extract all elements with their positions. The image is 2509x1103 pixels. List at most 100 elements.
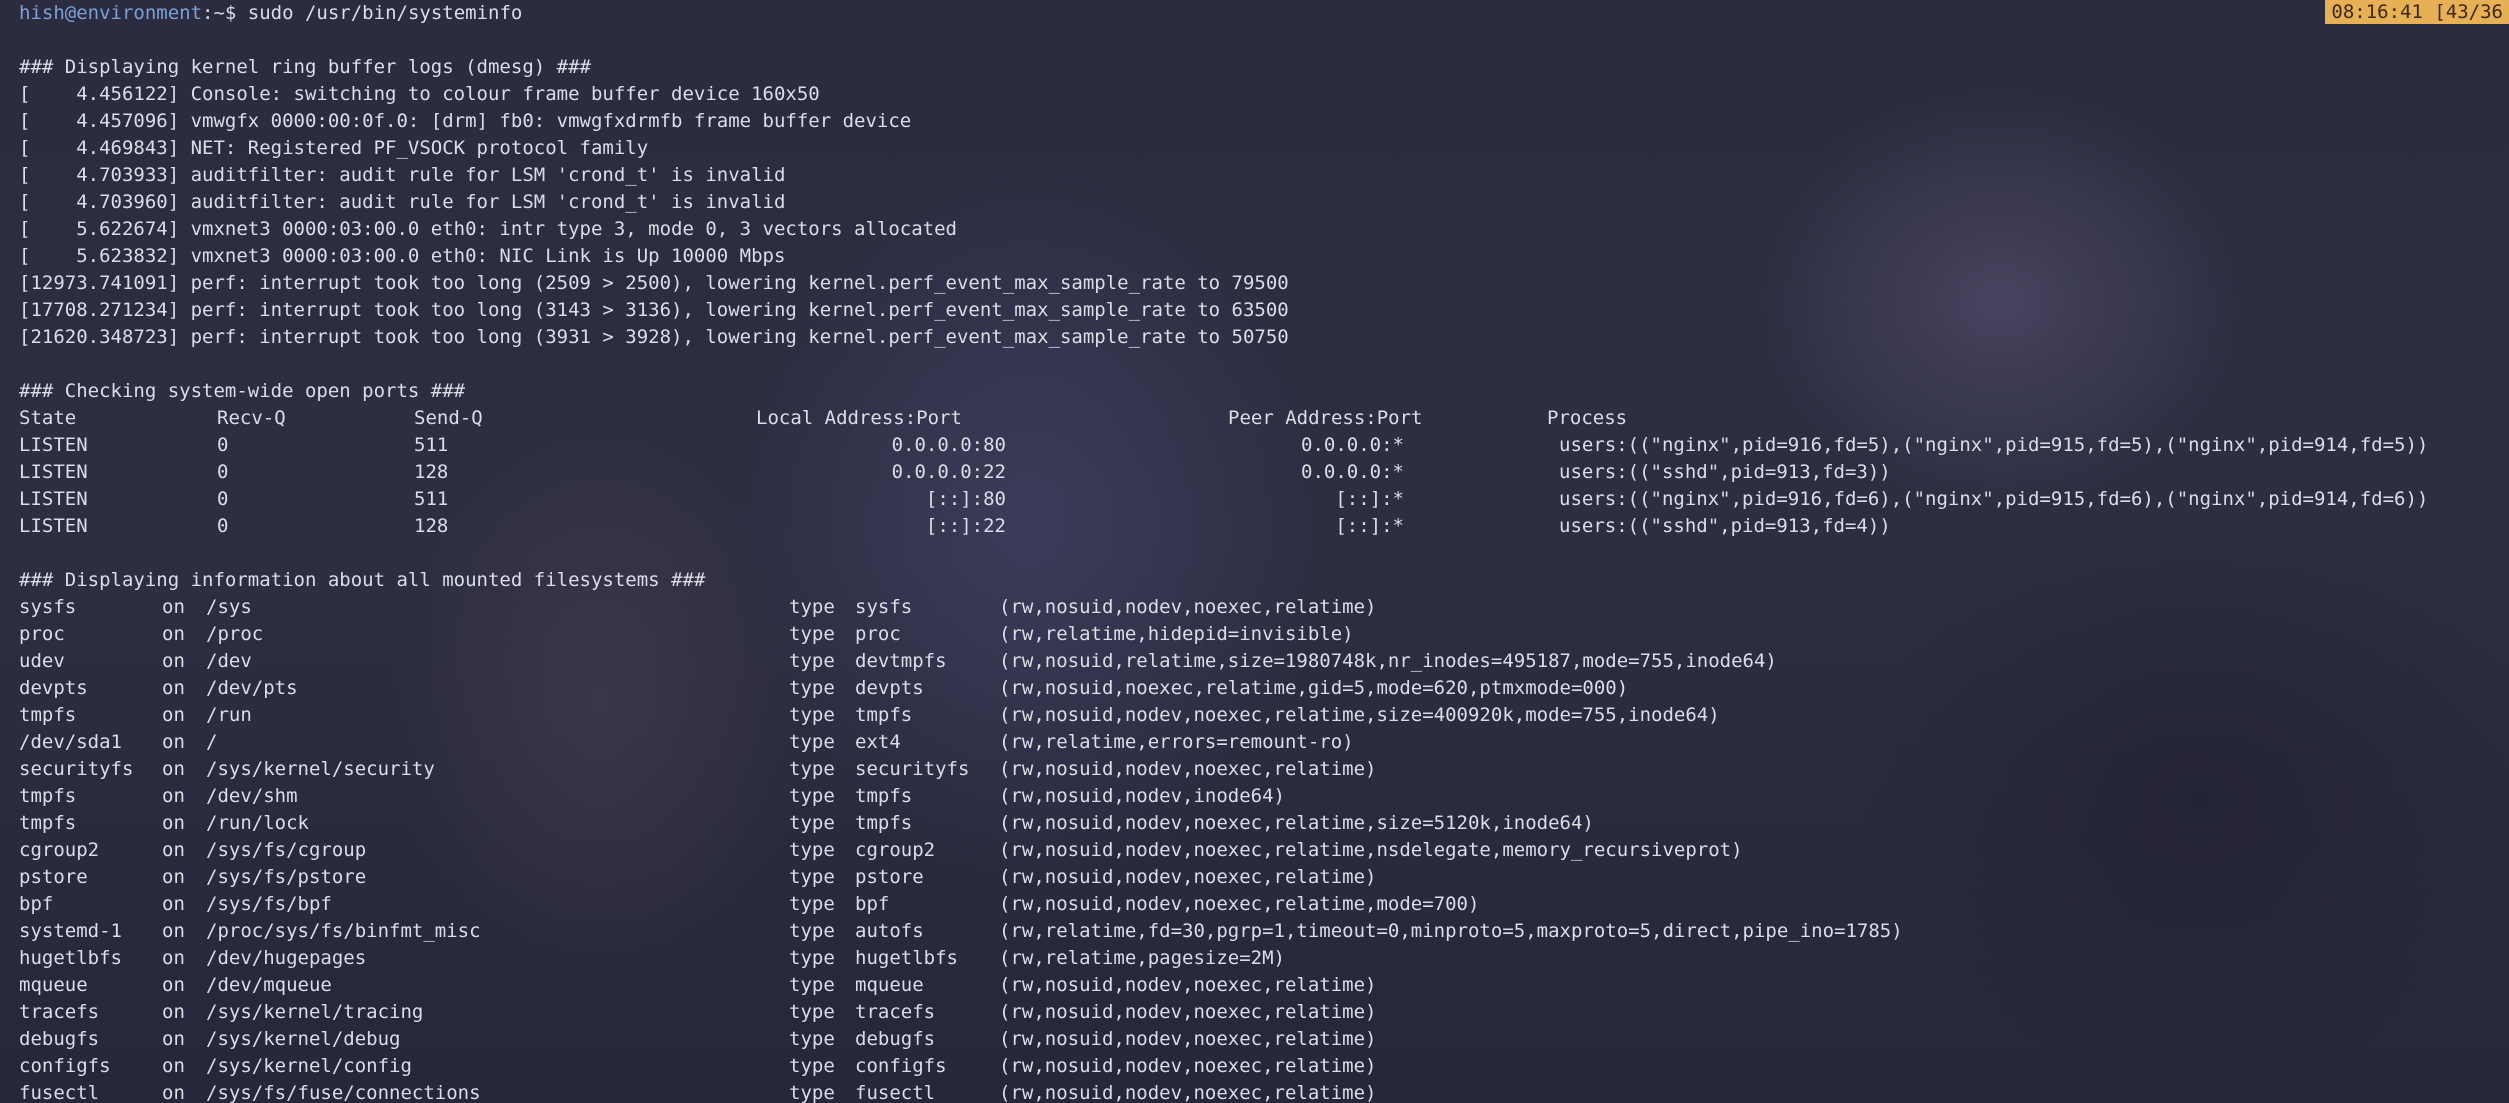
mount-options: (rw,nosuid,nodev,noexec,relatime) xyxy=(999,1028,1377,1050)
mount-path: /sys/kernel/security xyxy=(206,758,435,780)
col-sendq: Send-Q xyxy=(414,407,483,429)
port-state: LISTEN xyxy=(19,461,88,483)
col-peer-address: Peer Address:Port xyxy=(1228,407,1423,429)
mount-type-label: type xyxy=(789,866,835,888)
mount-path: /sys/fs/pstore xyxy=(206,866,367,888)
port-recvq: 0 xyxy=(217,461,229,483)
mount-on: on xyxy=(162,623,185,645)
mount-path: /run/lock xyxy=(206,812,309,834)
mount-on: on xyxy=(162,785,185,807)
mount-row: bpf on/sys/fs/bpf type bpf (rw,nosuid,nodev,… xyxy=(19,891,2509,918)
mount-type-label: type xyxy=(789,785,835,807)
mount-path: /proc xyxy=(206,623,264,645)
dmesg-line: [ 4.703933] auditfilter: audit rule for … xyxy=(19,164,786,186)
port-local-address: 0.0.0.0:22 xyxy=(891,461,1006,483)
mount-fstype: bpf xyxy=(855,893,890,915)
mount-device: securityfs xyxy=(19,758,134,780)
port-peer-address: [::]:* xyxy=(1335,515,1404,537)
mount-row: tmpfs on/run/lock type tmpfs (rw,nosuid,node… xyxy=(19,810,2509,837)
mount-row: sysfs on/sys type sysfs (rw,nosuid,nodev,noe… xyxy=(19,594,2509,621)
port-process: users:(("nginx",pid=916,fd=6),("nginx",p… xyxy=(1559,488,2429,510)
mount-on: on xyxy=(162,947,185,969)
mount-options: (rw,relatime,errors=remount-ro) xyxy=(999,731,1354,753)
mount-on: on xyxy=(162,1082,185,1103)
mount-options: (rw,nosuid,nodev,noexec,relatime) xyxy=(999,1055,1377,1077)
mount-path: /run xyxy=(206,704,252,726)
mount-device: mqueue xyxy=(19,974,88,996)
mount-row: mqueue on/dev/mqueue type mqueue (rw,nosuid,… xyxy=(19,972,2509,999)
prompt-line: hish@environment:~$ sudo /usr/bin/system… xyxy=(19,0,2509,27)
mount-device: pstore xyxy=(19,866,88,888)
port-process: users:(("sshd",pid=913,fd=4)) xyxy=(1559,515,1891,537)
prompt-command: sudo /usr/bin/systeminfo xyxy=(247,2,523,24)
mount-device: tracefs xyxy=(19,1001,100,1023)
mount-on: on xyxy=(162,1001,185,1023)
mount-row: tmpfs on/run type tmpfs (rw,nosuid,nodev,noe… xyxy=(19,702,2509,729)
mount-options: (rw,nosuid,relatime,size=1980748k,nr_ino… xyxy=(999,650,1777,672)
mount-device: /dev/sda1 xyxy=(19,731,122,753)
status-clock: 08:16:41 [43/36 xyxy=(2325,0,2509,24)
mount-fstype: autofs xyxy=(855,920,924,942)
mount-type-label: type xyxy=(789,1001,835,1023)
col-recvq: Recv-Q xyxy=(217,407,286,429)
mount-type-label: type xyxy=(789,704,835,726)
mount-row: cgroup2 on/sys/fs/cgroup type cgroup2 (rw,no… xyxy=(19,837,2509,864)
dmesg-line: [ 4.703960] auditfilter: audit rule for … xyxy=(19,191,786,213)
port-row: LISTEN 0 511 [::]:80 [::]:* users:(("nginx",p… xyxy=(19,486,2509,513)
port-sendq: 511 xyxy=(414,434,449,456)
mount-path: /sys/kernel/config xyxy=(206,1055,412,1077)
mount-type-label: type xyxy=(789,758,835,780)
dmesg-line: [ 5.622674] vmxnet3 0000:03:00.0 eth0: i… xyxy=(19,218,957,240)
mount-path: /proc/sys/fs/binfmt_misc xyxy=(206,920,481,942)
mount-type-label: type xyxy=(789,947,835,969)
mount-path: /dev/shm xyxy=(206,785,298,807)
mount-device: configfs xyxy=(19,1055,111,1077)
col-process: Process xyxy=(1547,407,1628,429)
mount-path: /sys/kernel/tracing xyxy=(206,1001,424,1023)
mount-row: securityfs on/sys/kernel/security type secu… xyxy=(19,756,2509,783)
mount-fstype: tracefs xyxy=(855,1001,936,1023)
mount-fstype: pstore xyxy=(855,866,924,888)
mount-path: /sys/fs/fuse/connections xyxy=(206,1082,481,1103)
port-state: LISTEN xyxy=(19,488,88,510)
dmesg-line: [21620.348723] perf: interrupt took too … xyxy=(19,326,1289,348)
mount-type-label: type xyxy=(789,839,835,861)
mount-on: on xyxy=(162,1055,185,1077)
mount-fstype: mqueue xyxy=(855,974,924,996)
mount-options: (rw,nosuid,nodev,noexec,relatime) xyxy=(999,1001,1377,1023)
mount-path: / xyxy=(206,731,218,753)
mount-type-label: type xyxy=(789,677,835,699)
mount-options: (rw,nosuid,nodev,noexec,relatime) xyxy=(999,596,1377,618)
mount-options: (rw,relatime,pagesize=2M) xyxy=(999,947,1285,969)
port-sendq: 511 xyxy=(414,488,449,510)
mounts-header: ### Displaying information about all mou… xyxy=(19,569,706,591)
port-peer-address: 0.0.0.0:* xyxy=(1301,461,1404,483)
mount-on: on xyxy=(162,974,185,996)
mount-row: /dev/sda1 on / type ext4 (rw,relatime,errors=… xyxy=(19,729,2509,756)
mount-row: pstore on/sys/fs/pstore type pstore (rw,nosu… xyxy=(19,864,2509,891)
mount-row: tmpfs on/dev/shm type tmpfs (rw,nosuid,nodev… xyxy=(19,783,2509,810)
mount-row: hugetlbfs on/dev/hugepages type hugetlbfs (r… xyxy=(19,945,2509,972)
mount-device: tmpfs xyxy=(19,812,77,834)
mount-fstype: devtmpfs xyxy=(855,650,947,672)
port-sendq: 128 xyxy=(414,515,449,537)
port-process: users:(("nginx",pid=916,fd=5),("nginx",p… xyxy=(1559,434,2429,456)
mount-fstype: devpts xyxy=(855,677,924,699)
terminal-window[interactable]: hish@environment:~$ sudo /usr/bin/system… xyxy=(0,0,2509,1103)
mount-options: (rw,nosuid,nodev,noexec,relatime,size=51… xyxy=(999,812,1594,834)
mount-row: configfs on/sys/kernel/config type configfs… xyxy=(19,1053,2509,1080)
mount-options: (rw,nosuid,nodev,inode64) xyxy=(999,785,1285,807)
mount-options: (rw,nosuid,nodev,noexec,relatime,mode=70… xyxy=(999,893,1480,915)
mount-device: devpts xyxy=(19,677,88,699)
mount-fstype: proc xyxy=(855,623,901,645)
dmesg-line: [ 5.623832] vmxnet3 0000:03:00.0 eth0: N… xyxy=(19,245,786,267)
prompt-user-host: hish@environment xyxy=(19,2,203,24)
mount-type-label: type xyxy=(789,1055,835,1077)
mount-on: on xyxy=(162,866,185,888)
mount-device: tmpfs xyxy=(19,704,77,726)
mount-path: /sys/fs/bpf xyxy=(206,893,332,915)
mount-type-label: type xyxy=(789,1028,835,1050)
mount-options: (rw,nosuid,nodev,noexec,relatime) xyxy=(999,758,1377,780)
port-process: users:(("sshd",pid=913,fd=3)) xyxy=(1559,461,1891,483)
